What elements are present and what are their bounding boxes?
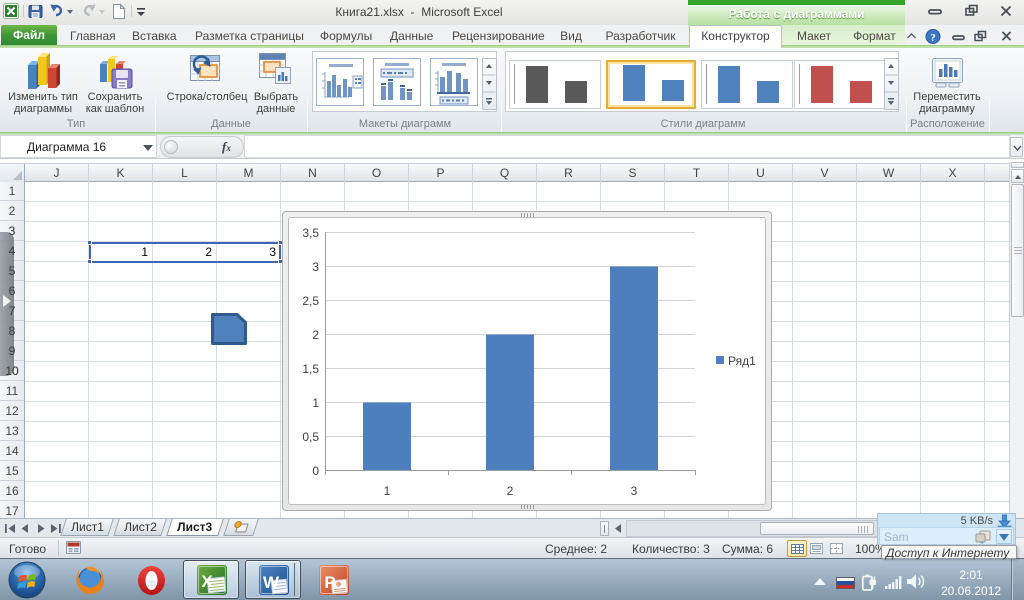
svg-text:X: X	[201, 572, 213, 591]
svg-text:0: 0	[312, 464, 319, 478]
svg-text:1: 1	[384, 484, 391, 498]
svg-text:3: 3	[631, 484, 638, 498]
svg-text:P: P	[324, 573, 335, 592]
svg-text:3,5: 3,5	[302, 226, 319, 240]
svg-text:1: 1	[312, 396, 319, 410]
svg-text:2,5: 2,5	[302, 294, 319, 308]
svg-text:?: ?	[930, 32, 936, 44]
svg-text:2: 2	[312, 328, 319, 342]
svg-text:3: 3	[312, 260, 319, 274]
svg-text:Ряд1: Ряд1	[728, 354, 756, 368]
svg-text:W: W	[263, 573, 280, 592]
svg-text:1,5: 1,5	[302, 362, 319, 376]
svg-text:2: 2	[507, 484, 514, 498]
svg-text:0,5: 0,5	[302, 430, 319, 444]
